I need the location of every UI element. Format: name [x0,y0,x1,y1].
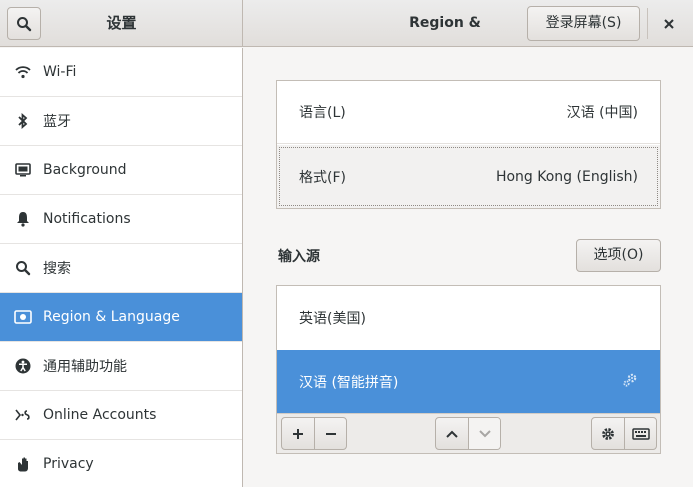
sidebar-item-label: Region & Language [43,309,180,325]
sidebar-item-bluetooth[interactable]: 蓝牙 [0,97,242,146]
input-sources-list: 英语(美国) 汉语 (智能拼音) [276,285,661,454]
formats-label: 格式(F) [299,169,346,186]
keyboard-layout-button[interactable] [624,418,656,449]
online-accounts-icon [14,406,32,424]
chevron-up-icon [446,430,458,438]
chevron-down-icon [478,429,491,437]
sidebar-item-label: Notifications [43,211,131,227]
plus-icon [293,428,303,439]
formats-row[interactable]: 格式(F) Hong Kong (English) [277,145,660,208]
sidebar-item-label: 搜索 [43,261,71,277]
language-format-card: 语言(L) 汉语 (中国) 格式(F) Hong Kong (English) [276,80,661,209]
sidebar-item-label: Online Accounts [43,407,157,423]
sidebar-item-online-accounts[interactable]: Online Accounts [0,391,242,440]
header-separator [647,8,648,39]
language-label: 语言(L) [299,105,346,121]
sidebar-item-label: 通用辅助功能 [43,359,127,375]
add-remove-group [281,417,347,450]
background-icon [14,161,32,179]
add-input-source-button[interactable] [282,418,314,449]
sidebar-item-privacy[interactable]: Privacy [0,440,242,487]
keyboard-icon [631,427,650,440]
flag-icon [14,308,32,326]
sidebar-item-search[interactable]: 搜索 [0,244,242,293]
search-icon [14,259,32,277]
settings-layout-group [591,417,657,450]
sidebar-item-label: Privacy [43,456,94,472]
bluetooth-icon [14,112,32,130]
language-row[interactable]: 语言(L) 汉语 (中国) [277,81,660,144]
main-panel: 语言(L) 汉语 (中国) 格式(F) Hong Kong (English) … [244,48,693,487]
move-group [435,417,501,450]
sidebar-item-accessibility[interactable]: 通用辅助功能 [0,342,242,391]
header-left-pane: 设置 [0,0,243,47]
gear-icon[interactable] [622,372,638,392]
sidebar-item-label: Background [43,162,127,178]
options-button[interactable]: 选项(O) [576,239,661,272]
input-source-label: 英语(美国) [299,310,366,327]
input-sources-toolbar [277,413,660,453]
wifi-icon [14,63,32,81]
search-icon [17,16,32,31]
move-up-button[interactable] [436,418,468,449]
sidebar-item-label: Wi-Fi [43,64,77,80]
input-source-settings-button[interactable] [592,418,624,449]
sidebar-item-background[interactable]: Background [0,146,242,195]
input-source-row[interactable]: 汉语 (智能拼音) [277,350,660,413]
gear-icon [602,427,614,440]
header-bar: 设置 Region & Language 登录屏幕(S) [0,0,693,78]
close-button[interactable] [651,7,687,40]
input-source-label: 汉语 (智能拼音) [299,374,399,391]
sidebar: Wi-Fi 蓝牙 Background Notifications 搜索 Reg… [0,48,243,487]
page-title: Region & Language [406,15,483,78]
close-icon [664,18,674,29]
formats-value: Hong Kong (English) [495,168,638,185]
sidebar-item-notifications[interactable]: Notifications [0,195,242,244]
bell-icon [14,210,32,228]
remove-input-source-button[interactable] [314,418,346,449]
search-button[interactable] [7,7,41,40]
input-source-row[interactable]: 英语(美国) [277,286,660,349]
language-value: 汉语 (中国) [566,105,638,121]
minus-icon [325,432,336,435]
sidebar-item-region-language[interactable]: Region & Language [0,293,242,342]
input-sources-title: 输入源 [278,249,320,265]
sidebar-item-wifi[interactable]: Wi-Fi [0,48,242,97]
accessibility-icon [14,357,32,375]
move-down-button[interactable] [468,418,500,449]
sidebar-item-label: 蓝牙 [43,114,71,130]
hand-icon [14,455,32,473]
login-screen-button[interactable]: 登录屏幕(S) [527,6,640,41]
